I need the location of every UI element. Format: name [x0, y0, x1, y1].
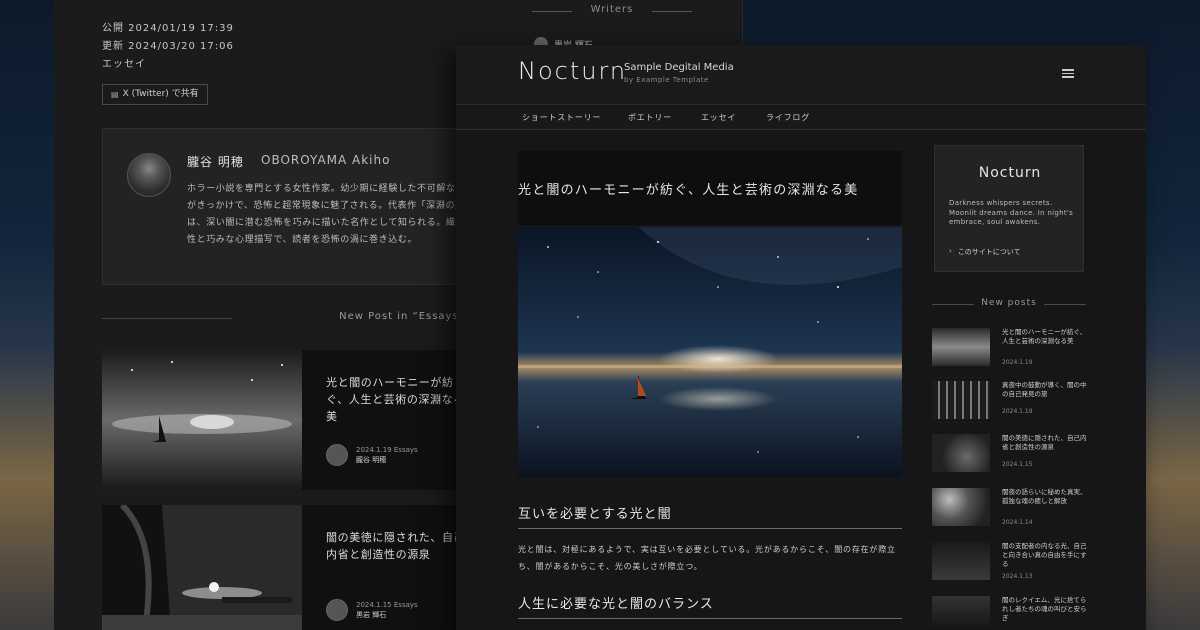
- site-header: Nocturn Sample Degital Media by Example …: [456, 45, 1146, 105]
- post-thumbnail: [932, 434, 990, 472]
- post-author: 黒岩 輝石: [356, 611, 387, 619]
- author-name: 朧谷 明穂: [187, 155, 244, 169]
- writers-heading: Writers: [532, 4, 692, 15]
- article-heading-2: 人生に必要な光と闇のバランス: [518, 593, 902, 619]
- nav-item-poetry[interactable]: ポエトリー: [628, 112, 672, 123]
- post-thumbnail: [932, 381, 990, 419]
- post-title[interactable]: 真夜中の鼓動が導く、闇の中の自己発見の旅: [1002, 381, 1088, 399]
- list-item[interactable]: 光と闇のハーモニーが紡ぐ、人生と芸術の深淵なる美 2024.1.19: [932, 328, 1086, 368]
- article-header: 光と闇のハーモニーが紡ぐ、人生と芸術の深淵なる美: [518, 151, 902, 225]
- post-thumbnail: [932, 542, 990, 580]
- post-date: 2024.1.19: [356, 446, 392, 454]
- hero-image: [518, 227, 902, 477]
- list-item[interactable]: 真夜中の鼓動が導く、闇の中の自己発見の旅 2024.1.19: [932, 381, 1088, 421]
- list-item[interactable]: 闇の美徳に隠された、自己内省と創造性の源泉 2024.1.15: [932, 434, 1088, 474]
- post-date: 2024.1.19: [1002, 359, 1033, 366]
- article-title: 光と闇のハーモニーが紡ぐ、人生と芸術の深淵なる美: [518, 183, 859, 198]
- site-description: Darkness whispers secrets. Moonlit dream…: [949, 199, 1074, 226]
- post-thumbnail: [102, 350, 302, 490]
- post-date: 2024.1.15: [1002, 461, 1033, 468]
- post-date: 2024.1.19: [1002, 408, 1033, 415]
- post-category: Essays: [393, 601, 418, 609]
- new-posts-heading: New posts: [932, 298, 1086, 308]
- post-title[interactable]: 光と闇のハーモニーが紡ぐ、人生と芸術の深淵なる美: [326, 374, 466, 425]
- share-x-button[interactable]: ▤ X (Twitter) で共有: [102, 84, 208, 105]
- sidebar-logo: Nocturn: [978, 165, 1042, 181]
- avatar: [326, 599, 348, 621]
- list-item[interactable]: 闇夜の語らいに秘めた真実、孤独な魂の癒しと解放 2024.1.14: [932, 488, 1088, 528]
- post-title[interactable]: 闇の美徳に隠された、自己内省と創造性の源泉: [326, 529, 466, 563]
- post-thumbnail: [932, 596, 990, 630]
- post-meta: 2024.1.19 Essays 朧谷 明穂: [326, 444, 418, 466]
- category-label[interactable]: エッセイ: [102, 55, 146, 70]
- list-item[interactable]: 闇の支配者の内なる光、自己と向き合い真の自由を手にする 2024.1.13: [932, 542, 1088, 582]
- post-title[interactable]: 闇夜の語らいに秘めた真実、孤独な魂の癒しと解放: [1002, 488, 1088, 506]
- avatar: [326, 444, 348, 466]
- site-tagline-sub: by Example Template: [624, 76, 709, 84]
- nav-item-short-story[interactable]: ショートストーリー: [522, 112, 601, 123]
- updated-date: 更新 2024/03/20 17:06: [102, 41, 234, 52]
- published-date: 公開 2024/01/19 17:39: [102, 23, 234, 34]
- post-title[interactable]: 光と闇のハーモニーが紡ぐ、人生と芸術の深淵なる美: [1002, 328, 1088, 346]
- post-title[interactable]: 闇のレクイエム、光に捨てられし者たちの魂の叫びと安らぎ: [1002, 596, 1088, 623]
- author-avatar: [127, 153, 171, 197]
- article-paragraph: 光と闇は、対極にあるようで、実は互いを必要としている。光があるからこそ、闇の存在…: [518, 545, 896, 571]
- post-meta: 2024.1.15 Essays 黒岩 輝石: [326, 599, 418, 621]
- site-logo[interactable]: Nocturn: [518, 57, 627, 85]
- post-date: 2024.1.14: [1002, 519, 1033, 526]
- post-thumbnail: [932, 328, 990, 366]
- chevron-right-icon: ›: [949, 247, 952, 255]
- about-link[interactable]: › このサイトについて: [949, 247, 1021, 257]
- post-thumbnail: [932, 488, 990, 526]
- post-title[interactable]: 闇の美徳に隠された、自己内省と創造性の源泉: [1002, 434, 1088, 452]
- post-category: Essays: [393, 446, 418, 454]
- post-title[interactable]: 闇の支配者の内なる光、自己と向き合い真の自由を手にする: [1002, 542, 1088, 569]
- post-author: 朧谷 明穂: [356, 456, 387, 464]
- post-date: 2024.1.13: [1002, 573, 1033, 580]
- nav-item-lifelog[interactable]: ライフログ: [766, 112, 810, 123]
- category-nav: ショートストーリー ポエトリー エッセイ ライフログ: [456, 106, 1146, 130]
- article-page-window: Nocturn Sample Degital Media by Example …: [456, 45, 1146, 630]
- list-item[interactable]: 闇のレクイエム、光に捨てられし者たちの魂の叫びと安らぎ: [932, 596, 1088, 630]
- author-bio: ホラー小説を専門とする女性作家。幼少期に経験した不可解な出来事がきっかけで、恐怖…: [187, 184, 485, 245]
- nav-item-essay[interactable]: エッセイ: [701, 112, 736, 123]
- hamburger-menu-icon[interactable]: [1062, 67, 1078, 83]
- post-thumbnail: [102, 505, 302, 630]
- author-name-roman: OBOROYAMA Akiho: [261, 153, 391, 167]
- post-date: 2024.1.15: [356, 601, 392, 609]
- site-tagline: Sample Degital Media: [624, 62, 734, 73]
- article-heading-1: 互いを必要とする光と闇: [518, 503, 902, 529]
- site-info-card: Nocturn Darkness whispers secrets. Moonl…: [934, 145, 1084, 272]
- about-link-label: このサイトについて: [957, 248, 1021, 256]
- share-label: X (Twitter) で共有: [122, 89, 199, 99]
- share-icon: ▤: [111, 90, 119, 99]
